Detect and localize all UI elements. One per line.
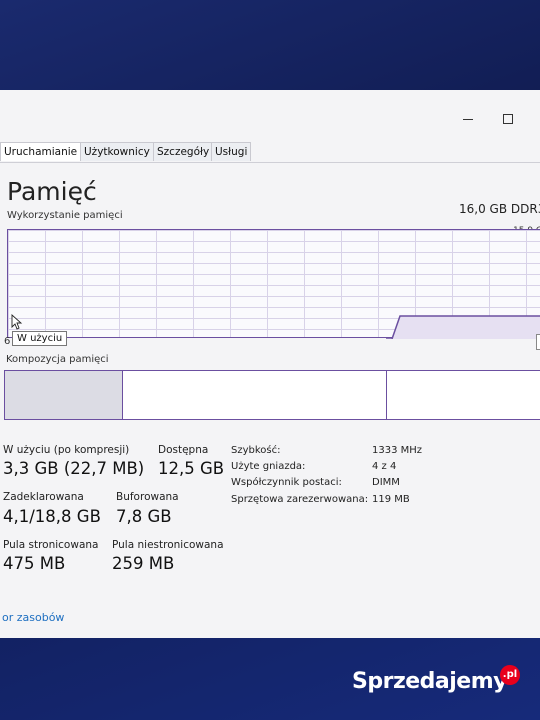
slots-value: 4 z 4	[372, 461, 397, 472]
committed-value: 4,1/18,8 GB	[3, 507, 101, 526]
in-use-value: 3,3 GB (22,7 MB)	[3, 459, 145, 478]
minimize-button[interactable]	[460, 112, 476, 126]
committed-label: Zadeklarowana	[3, 491, 84, 503]
cached-value: 7,8 GB	[116, 507, 172, 526]
tab-uzytkownicy[interactable]: Użytkownicy	[80, 142, 154, 161]
graph-min-label: 6	[4, 336, 11, 347]
composition-label: Kompozycja pamięci	[6, 354, 109, 365]
tab-bar: Uruchamianie Użytkownicy Szczegóły Usług…	[0, 140, 540, 163]
hardware-reserved-label: Sprzętowa zarezerwowana:	[231, 494, 369, 505]
composition-in-use-segment	[5, 371, 123, 419]
available-label: Dostępna	[158, 444, 209, 456]
slots-label: Użyte gniazda:	[231, 461, 306, 472]
watermark-logo: Sprzedajemy	[352, 669, 508, 694]
form-factor-label: Współczynnik postaci:	[231, 477, 342, 488]
speed-value: 1333 MHz	[372, 445, 423, 456]
cached-label: Buforowana	[116, 491, 179, 503]
speed-label: Szybkość:	[231, 445, 281, 456]
composition-divider	[386, 371, 387, 419]
title-bar	[0, 90, 540, 140]
nonpaged-pool-label: Pula niestronicowana	[112, 539, 224, 551]
memory-composition-bar	[4, 370, 540, 420]
memory-spec: 16,0 GB DDR3	[459, 202, 540, 216]
graph-edge-marker	[536, 334, 540, 350]
form-factor-value: DIMM	[372, 477, 400, 488]
in-use-label: W użyciu (po kompresji)	[3, 444, 130, 456]
usage-line-chart	[386, 315, 540, 339]
paged-pool-value: 475 MB	[3, 554, 66, 573]
tooltip: W użyciu	[12, 331, 68, 346]
memory-usage-graph	[7, 229, 540, 339]
maximize-button[interactable]	[500, 112, 516, 126]
page-title: Pamięć	[7, 177, 97, 206]
mouse-cursor-icon	[11, 314, 23, 330]
resource-monitor-link[interactable]: or zasobów	[2, 611, 64, 624]
available-value: 12,5 GB	[158, 459, 225, 478]
usage-graph-label: Wykorzystanie pamięci	[7, 210, 123, 221]
tab-szczegoly[interactable]: Szczegóły	[153, 142, 214, 161]
nonpaged-pool-value: 259 MB	[112, 554, 175, 573]
paged-pool-label: Pula stronicowana	[3, 539, 99, 551]
tab-uslugi[interactable]: Usługi	[211, 142, 252, 161]
hardware-reserved-value: 119 MB	[372, 494, 410, 505]
task-manager-window: Uruchamianie Użytkownicy Szczegóły Usług…	[0, 90, 540, 638]
watermark-badge: .pl	[500, 665, 520, 685]
usage-area	[392, 316, 540, 339]
tab-uruchamianie[interactable]: Uruchamianie	[0, 142, 82, 161]
